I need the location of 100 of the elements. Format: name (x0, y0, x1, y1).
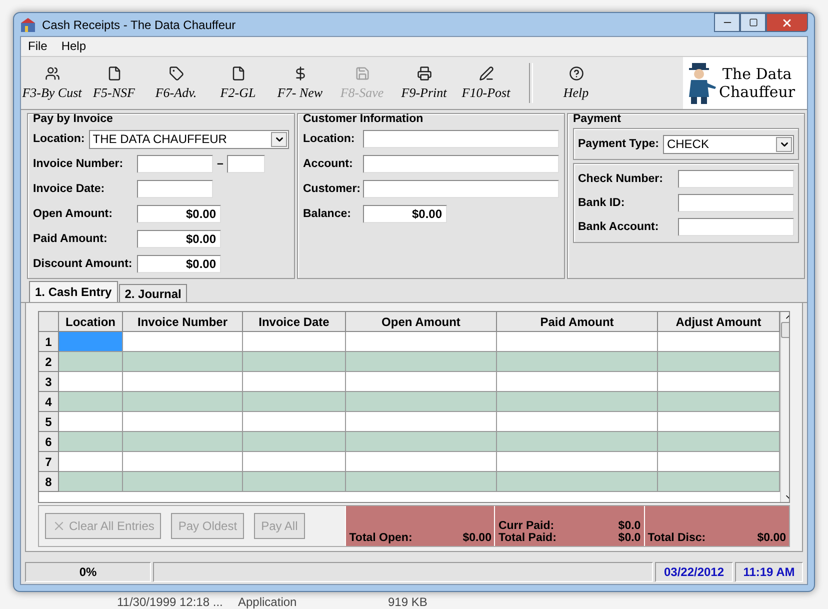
table-cell[interactable] (59, 392, 123, 412)
menu-item[interactable]: Help (54, 37, 94, 56)
table-cell[interactable] (123, 412, 243, 432)
table-cell[interactable] (123, 432, 243, 452)
table-cell[interactable] (243, 452, 346, 472)
table-cell[interactable] (346, 392, 497, 412)
table-cell[interactable] (243, 392, 346, 412)
background-file-text: Application (238, 595, 298, 609)
page-icon (230, 66, 246, 80)
close-button[interactable] (766, 13, 808, 32)
input-field[interactable] (363, 155, 559, 173)
table-cell[interactable] (243, 352, 346, 372)
table-cell[interactable] (59, 472, 123, 492)
dropdown-button[interactable] (776, 136, 792, 152)
table-cell[interactable] (658, 352, 780, 372)
table-cell[interactable] (243, 332, 346, 352)
toolbar-button[interactable]: F6-Adv. (145, 57, 207, 109)
input-field[interactable] (363, 130, 559, 148)
column-header[interactable]: Invoice Date (243, 312, 346, 332)
app-icon (20, 16, 36, 32)
table-cell[interactable] (346, 452, 497, 472)
maximize-icon (748, 18, 758, 27)
location-dropdown[interactable]: THE DATA CHAUFFEUR (88, 130, 289, 148)
table-cell[interactable] (497, 452, 658, 472)
table-cell[interactable] (243, 372, 346, 392)
table-cell[interactable] (497, 352, 658, 372)
row-header: 7 (39, 452, 59, 472)
table-cell[interactable] (346, 372, 497, 392)
table-cell[interactable] (346, 432, 497, 452)
table-cell[interactable] (346, 352, 497, 372)
row-header: 2 (39, 352, 59, 372)
background-file-text: 919 KB (388, 595, 428, 609)
column-header[interactable]: Location (59, 312, 123, 332)
toolbar-button[interactable]: Help (545, 57, 607, 109)
input-field[interactable] (363, 180, 559, 198)
table-cell[interactable] (123, 372, 243, 392)
table-cell[interactable] (243, 412, 346, 432)
table-cell[interactable] (658, 432, 780, 452)
amount-field[interactable]: $0.00 (137, 255, 221, 273)
column-header[interactable]: Paid Amount (497, 312, 658, 332)
table-cell[interactable] (123, 472, 243, 492)
payment-type-dropdown[interactable]: CHECK (662, 134, 794, 154)
dropdown-button[interactable] (271, 132, 287, 146)
table-cell[interactable] (123, 452, 243, 472)
balance-field[interactable]: $0.00 (363, 205, 447, 223)
table-cell[interactable] (658, 412, 780, 432)
toolbar-button[interactable]: F9-Print (393, 57, 455, 109)
column-header[interactable]: Invoice Number (123, 312, 243, 332)
table-cell[interactable] (59, 332, 123, 352)
amount-field[interactable]: $0.00 (137, 230, 221, 248)
table-cell[interactable] (658, 392, 780, 412)
column-header[interactable]: Adjust Amount (658, 312, 780, 332)
table-cell[interactable] (658, 332, 780, 352)
table-cell[interactable] (59, 352, 123, 372)
table-cell[interactable] (243, 432, 346, 452)
toolbar-button[interactable]: F2-GL (207, 57, 269, 109)
table-cell[interactable] (123, 352, 243, 372)
background-file-text: 11/30/1999 12:18 ... (117, 595, 224, 609)
toolbar-button[interactable]: F10-Post (455, 57, 517, 109)
total-value: $0.00 (462, 532, 492, 544)
table-cell[interactable] (497, 392, 658, 412)
table-cell[interactable] (59, 372, 123, 392)
maximize-button[interactable] (740, 13, 766, 32)
amount-field[interactable]: $0.00 (137, 205, 221, 223)
toolbar-button[interactable]: F7- New (269, 57, 331, 109)
table-cell[interactable] (59, 412, 123, 432)
page-icon (106, 66, 122, 80)
minimize-button[interactable] (714, 13, 740, 32)
table-cell[interactable] (658, 452, 780, 472)
input-field[interactable] (678, 194, 794, 212)
table-cell[interactable] (346, 472, 497, 492)
input-field[interactable] (678, 170, 794, 188)
table-cell[interactable] (497, 372, 658, 392)
table-cell[interactable] (497, 332, 658, 352)
table-cell[interactable] (243, 472, 346, 492)
table-cell[interactable] (658, 372, 780, 392)
field-label: Account: (303, 158, 354, 170)
table-cell[interactable] (658, 472, 780, 492)
table-cell[interactable] (497, 432, 658, 452)
toolbar-button[interactable]: F3-By Cust (21, 57, 83, 109)
table-cell[interactable] (346, 332, 497, 352)
help-icon (568, 66, 584, 80)
tab[interactable]: 2. Journal (118, 284, 188, 302)
table-cell[interactable] (59, 452, 123, 472)
table-cell[interactable] (497, 472, 658, 492)
input-field[interactable] (137, 155, 213, 173)
input-field[interactable] (678, 218, 794, 236)
tab[interactable]: 1. Cash Entry (29, 281, 118, 302)
field-label: Open Amount: (33, 208, 114, 220)
table-cell[interactable] (346, 412, 497, 432)
input-field[interactable] (227, 155, 266, 173)
input-field[interactable] (137, 180, 213, 198)
menu-item[interactable]: File (21, 37, 54, 56)
table-cell[interactable] (59, 432, 123, 452)
toolbar-button[interactable]: F5-NSF (83, 57, 145, 109)
column-header[interactable]: Open Amount (346, 312, 497, 332)
table-cell[interactable] (123, 392, 243, 412)
table-cell[interactable] (497, 412, 658, 432)
total-label: Total Disc: (648, 532, 706, 544)
table-cell[interactable] (123, 332, 243, 352)
